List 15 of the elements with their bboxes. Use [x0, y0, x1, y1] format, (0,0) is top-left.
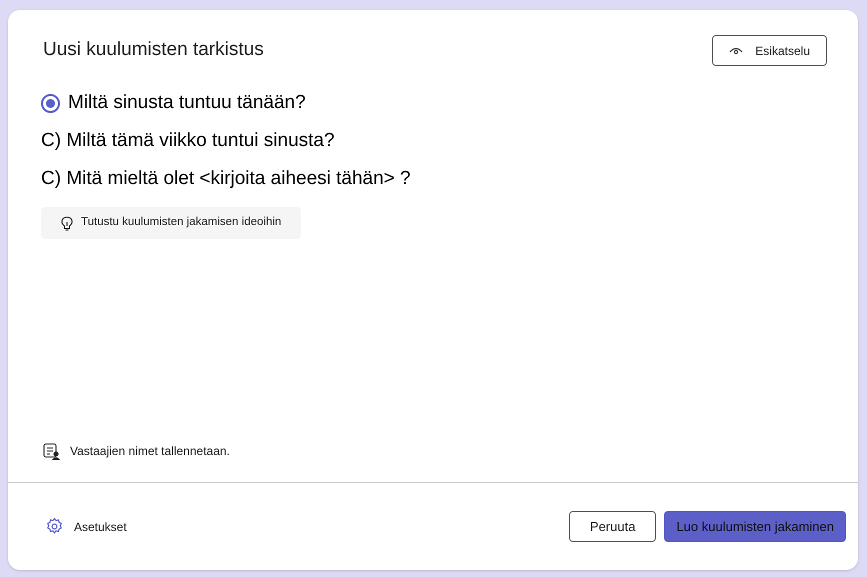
info-text: Vastaajien nimet tallennetaan.: [70, 443, 230, 460]
question-text: Miltä sinusta tuntuu tänään?: [68, 90, 306, 115]
lightbulb-icon: [61, 216, 73, 230]
eye-icon: [729, 46, 744, 56]
question-text: C) Mitä mieltä olet <kirjoita aiheesi tähän> ?: [41, 167, 412, 191]
dialog-title: Uusi kuulumisten tarkistus: [43, 38, 264, 62]
settings-icon: [45, 517, 64, 536]
preview-button[interactable]: Esikatselu: [712, 35, 827, 66]
question-text: C) Miltä tämä viikko tuntui sinusta?: [41, 129, 336, 153]
radio-button[interactable]: [41, 94, 60, 112]
create-button[interactable]: Luo kuulumisten jakaminen: [664, 511, 846, 542]
ideas-button[interactable]: Tutustu kuulumisten jakamisen ideoihin: [41, 207, 302, 239]
list-person-icon: [43, 442, 60, 460]
cancel-button[interactable]: Peruuta: [568, 511, 656, 542]
settings-button[interactable]: Asetukset: [45, 517, 127, 536]
